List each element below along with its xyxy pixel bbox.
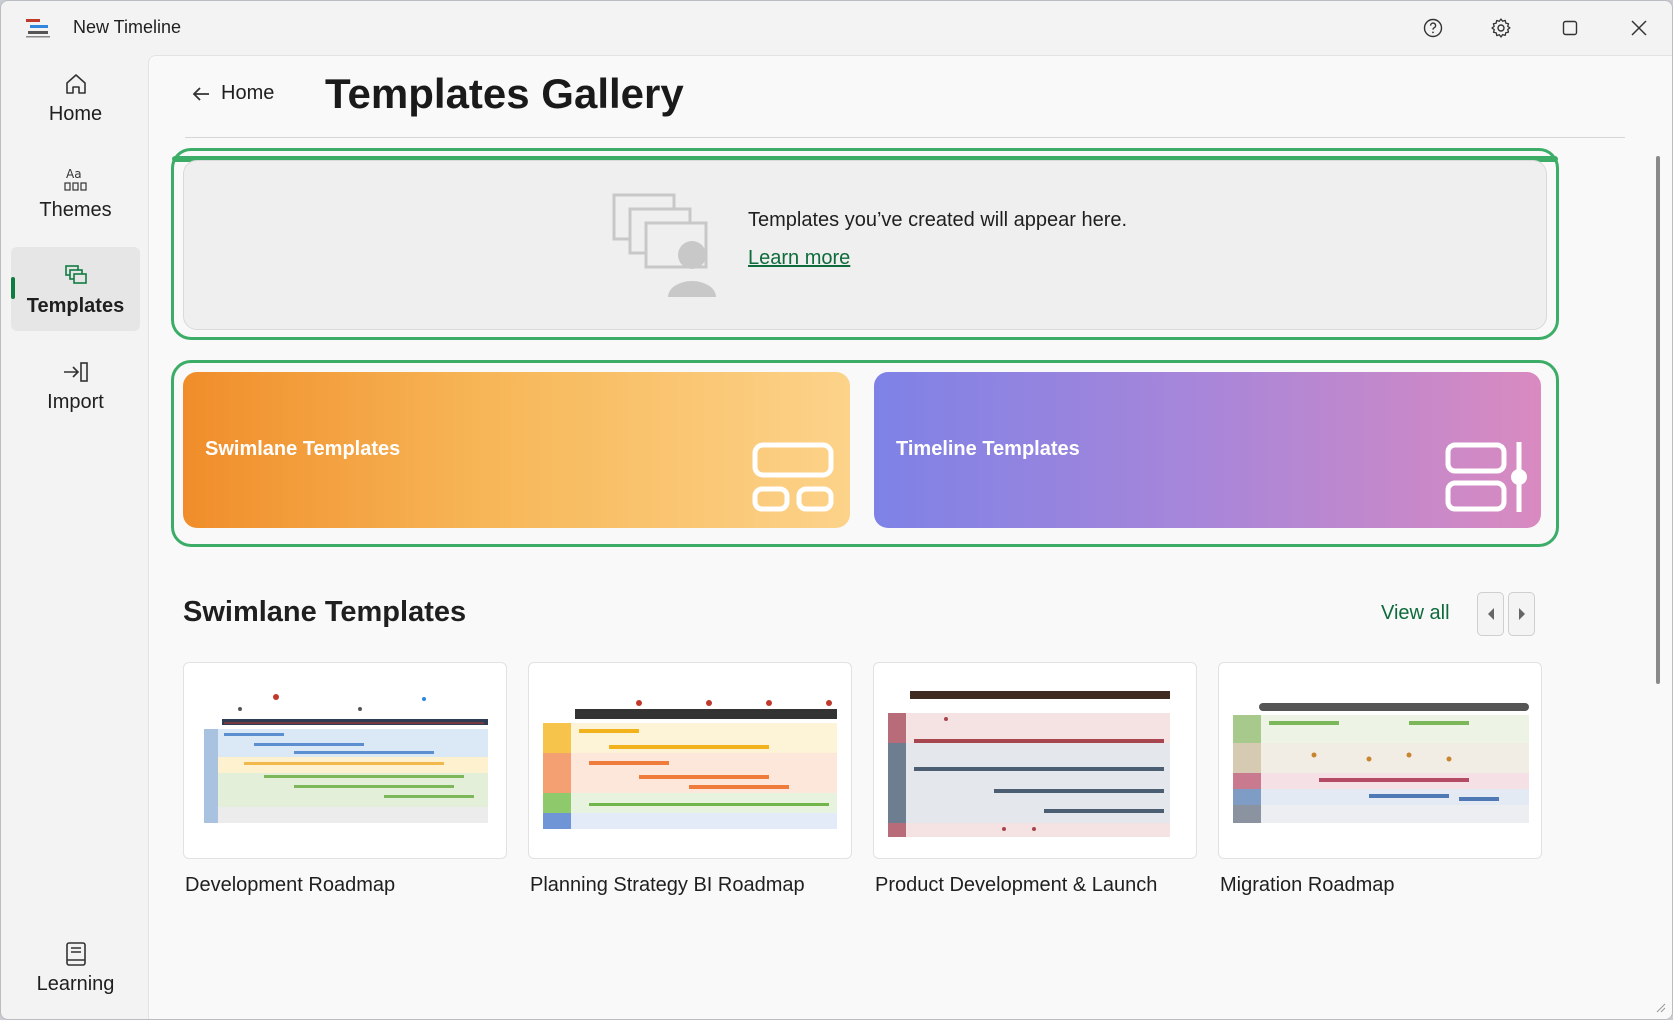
themes-icon: Aa: [61, 165, 91, 195]
svg-text:Aa: Aa: [66, 167, 82, 181]
window-title: New Timeline: [73, 17, 182, 37]
swimlane-templates-banner[interactable]: Swimlane Templates: [183, 372, 850, 528]
close-button[interactable]: [1619, 11, 1659, 45]
timeline-layout-icon: [1445, 442, 1527, 512]
import-icon: [61, 357, 91, 387]
sidebar-item-import[interactable]: Import: [11, 343, 140, 427]
template-name: Product Development & Launch: [875, 874, 1158, 896]
page-title: Templates Gallery: [325, 70, 684, 117]
help-button[interactable]: [1413, 11, 1453, 45]
arrow-left-icon: [192, 86, 209, 101]
learning-icon: [61, 939, 91, 969]
sidebar-item-themes[interactable]: Aa Themes: [11, 151, 140, 235]
caret-right-icon: [1518, 608, 1525, 620]
sidebar-item-templates[interactable]: Templates: [11, 247, 140, 331]
templates-icon: [61, 261, 91, 291]
sidebar-item-label: Templates: [26, 294, 125, 317]
empty-state-text: Templates you’ve created will appear her…: [748, 209, 1128, 231]
scroll-left-button[interactable]: [1477, 592, 1504, 636]
learn-more-link[interactable]: Learn more: [748, 247, 850, 270]
template-card-planning-strategy-bi-roadmap[interactable]: [528, 662, 852, 859]
swimlane-layout-icon: [752, 442, 834, 512]
sidebar-item-home[interactable]: Home: [11, 55, 140, 139]
template-thumbnail: [543, 700, 837, 829]
vertical-scrollbar[interactable]: [1656, 156, 1660, 684]
banner-label: Timeline Templates: [896, 438, 1080, 460]
sidebar-item-learning[interactable]: Learning: [11, 925, 140, 1009]
timeline-templates-banner[interactable]: Timeline Templates: [874, 372, 1541, 528]
template-name: Development Roadmap: [185, 874, 396, 896]
template-card-development-roadmap[interactable]: [183, 662, 507, 859]
app-logo-icon: [26, 19, 50, 38]
template-name: Planning Strategy BI Roadmap: [530, 874, 805, 896]
banner-label: Swimlane Templates: [205, 438, 401, 460]
section-title: Swimlane Templates: [183, 596, 467, 628]
back-label: Home: [221, 82, 275, 104]
template-thumbnail: [1233, 703, 1529, 823]
template-card-migration-roadmap[interactable]: [1218, 662, 1542, 859]
template-name: Migration Roadmap: [1220, 874, 1395, 896]
sidebar-item-label: Themes: [39, 198, 112, 221]
home-icon: [61, 69, 91, 99]
app-window: New Timeline Home Aa Themes Templates Im…: [0, 0, 1673, 1020]
template-thumbnail: [204, 694, 488, 823]
template-card-product-development-launch[interactable]: [873, 662, 1197, 859]
scroll-right-button[interactable]: [1508, 592, 1535, 636]
resize-grip-icon[interactable]: [1654, 1001, 1666, 1013]
help-icon: [1423, 18, 1443, 38]
template-thumbnail: [888, 691, 1170, 837]
sidebar-item-label: Import: [47, 390, 104, 413]
caret-left-icon: [1487, 608, 1494, 620]
close-icon: [1631, 20, 1647, 36]
maximize-button[interactable]: [1550, 11, 1590, 45]
main-content: Home Templates Gallery Templates you’ve …: [148, 55, 1672, 1019]
settings-button[interactable]: [1481, 11, 1521, 45]
templates-placeholder-icon: [612, 193, 716, 297]
active-indicator: [11, 277, 15, 299]
header-divider: [185, 137, 1625, 138]
settings-icon: [1491, 18, 1511, 38]
sidebar: Home Aa Themes Templates Import Learning: [1, 55, 147, 1019]
title-bar: New Timeline: [1, 1, 1672, 55]
back-home-link[interactable]: Home: [191, 82, 274, 105]
my-templates-empty-card: Templates you’ve created will appear her…: [183, 160, 1547, 330]
view-all-link[interactable]: View all: [1381, 602, 1450, 625]
sidebar-item-label: Home: [48, 102, 103, 125]
sidebar-item-label: Learning: [36, 972, 115, 995]
maximize-icon: [1562, 20, 1578, 36]
